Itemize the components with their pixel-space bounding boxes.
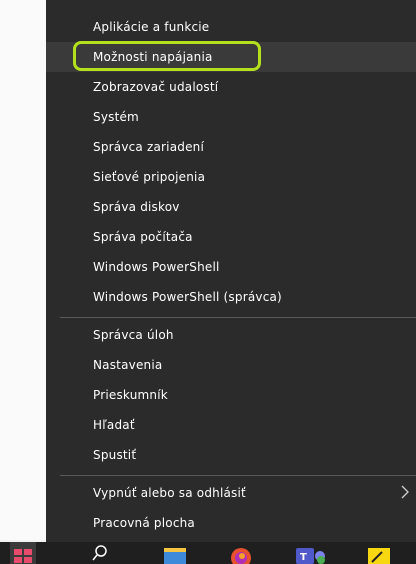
menu-item-event-viewer[interactable]: Zobrazovač udalostí	[46, 72, 416, 102]
menu-item-run[interactable]: Spustiť	[46, 440, 416, 470]
sticky-notes-icon[interactable]	[364, 542, 394, 564]
menu-item-powershell-admin[interactable]: Windows PowerShell (správca)	[46, 282, 416, 312]
menu-separator	[60, 317, 416, 318]
search-icon[interactable]	[88, 542, 112, 564]
menu-item-power-options[interactable]: Možnosti napájania	[46, 42, 416, 72]
menu-item-label: Správa počítača	[93, 230, 193, 244]
menu-item-file-explorer[interactable]: Prieskumník	[46, 380, 416, 410]
menu-item-label: Zobrazovač udalostí	[93, 80, 219, 94]
menu-item-label: Windows PowerShell	[93, 260, 220, 274]
menu-item-task-manager[interactable]: Správca úloh	[46, 320, 416, 350]
file-explorer-icon[interactable]	[160, 542, 190, 564]
menu-item-label: Vypnúť alebo sa odhlásiť	[93, 486, 246, 500]
menu-item-computer-management[interactable]: Správa počítača	[46, 222, 416, 252]
menu-item-label: Možnosti napájania	[93, 50, 213, 64]
menu-separator	[60, 475, 416, 476]
firefox-icon[interactable]	[226, 542, 256, 564]
winx-context-menu: Aplikácie a funkcie Možnosti napájania Z…	[46, 0, 416, 542]
menu-item-label: Spustiť	[93, 448, 137, 462]
menu-item-label: Sieťové pripojenia	[93, 170, 206, 184]
menu-item-settings[interactable]: Nastavenia	[46, 350, 416, 380]
menu-item-search[interactable]: Hľadať	[46, 410, 416, 440]
menu-item-label: Systém	[93, 110, 139, 124]
menu-item-disk-management[interactable]: Správa diskov	[46, 192, 416, 222]
menu-item-powershell[interactable]: Windows PowerShell	[46, 252, 416, 282]
chevron-right-icon	[401, 485, 409, 499]
menu-item-label: Pracovná plocha	[93, 516, 195, 530]
menu-item-apps-features[interactable]: Aplikácie a funkcie	[46, 12, 416, 42]
menu-item-shutdown-signout[interactable]: Vypnúť alebo sa odhlásiť	[46, 478, 416, 508]
menu-item-label: Windows PowerShell (správca)	[93, 290, 282, 304]
desktop-background	[0, 0, 46, 540]
menu-item-label: Správca úloh	[93, 328, 174, 342]
menu-item-label: Prieskumník	[93, 388, 168, 402]
menu-item-label: Správca zariadení	[93, 140, 205, 154]
teams-icon[interactable]: T	[294, 542, 330, 564]
menu-item-label: Správa diskov	[93, 200, 180, 214]
menu-item-label: Hľadať	[93, 418, 135, 432]
menu-item-label: Aplikácie a funkcie	[93, 20, 210, 34]
taskbar: T	[0, 542, 416, 564]
menu-item-system[interactable]: Systém	[46, 102, 416, 132]
menu-item-label: Nastavenia	[93, 358, 163, 372]
menu-item-network-connections[interactable]: Sieťové pripojenia	[46, 162, 416, 192]
svg-text:T: T	[300, 552, 307, 563]
menu-item-device-manager[interactable]: Správca zariadení	[46, 132, 416, 162]
menu-item-desktop[interactable]: Pracovná plocha	[46, 508, 416, 538]
windows-start-icon[interactable]	[10, 542, 36, 564]
